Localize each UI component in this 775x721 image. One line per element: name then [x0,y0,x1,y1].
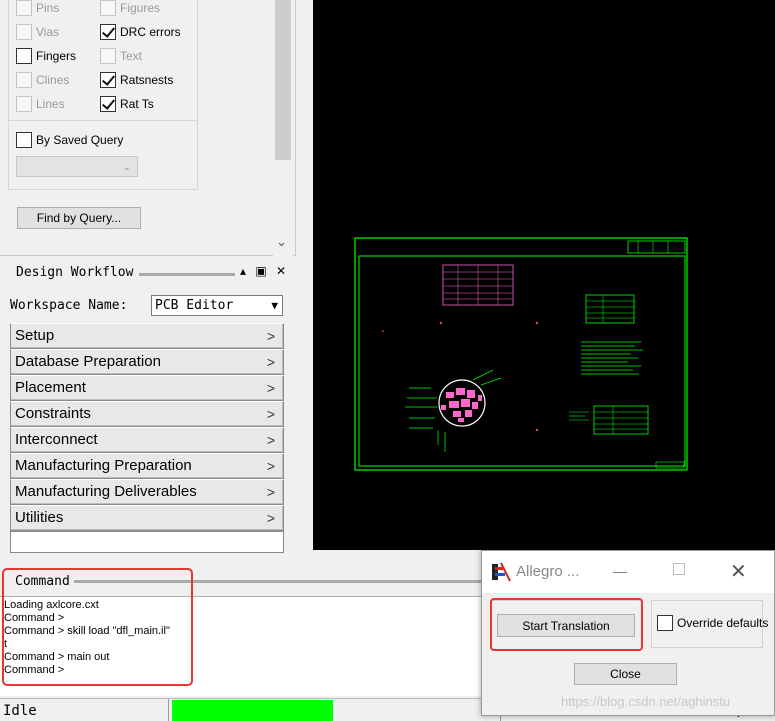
chevron-right-icon: > [266,484,275,500]
workflow-item-manufacturing-deliverables[interactable]: Manufacturing Deliverables > [10,479,284,505]
watermark-text: https://blog.csdn.net/aghinstu [561,694,731,709]
green-table-bottom [593,405,649,435]
workflow-item-utilities[interactable]: Utilities > [10,505,284,531]
board-inner-frame [358,255,686,467]
workflow-list: Setup > Database Preparation > Placement > … [10,323,284,531]
board-outer-frame [354,237,688,471]
chevron-down-icon: ⌄ [122,162,131,173]
workflow-item-label: Placement [15,379,86,396]
find-panel-scrollbar[interactable]: ⌄ [273,0,293,256]
component-pads [441,388,482,422]
allegro-app-icon [490,561,512,583]
workflow-item-label: Database Preparation [15,353,161,370]
filter-fingers[interactable]: Fingers [16,48,76,64]
workflow-item-label: Utilities [15,509,64,526]
filter-lines[interactable]: Lines [16,96,65,112]
filter-rat-ts-label: Rat Ts [120,97,154,111]
saved-query-select[interactable]: ⌄ [16,156,138,177]
chevron-right-icon: > [266,510,275,526]
status-state: Idle [3,703,37,719]
minimize-icon[interactable]: — [613,563,627,579]
filter-rat-ts[interactable]: Rat Ts [100,96,154,112]
checkbox-clines[interactable] [16,72,32,88]
checkbox-text[interactable] [100,48,116,64]
filter-drc-errors-label: DRC errors [120,25,181,39]
checkbox-vias[interactable] [16,24,32,40]
scrollbar-thumb[interactable] [275,0,291,160]
filter-text-label: Text [120,49,143,63]
filter-ratsnests[interactable]: Ratsnests [100,72,173,88]
workflow-item-database-preparation[interactable]: Database Preparation > [10,349,284,375]
override-defaults-label: Override defaults [677,616,769,630]
checkbox-pins[interactable] [16,0,32,16]
checkbox-ratsnests[interactable] [100,72,116,88]
filter-by-saved-query[interactable]: By Saved Query [16,132,123,148]
filter-pins[interactable]: Pins [16,0,59,16]
title-block-bottom [655,461,685,469]
checkbox-figures[interactable] [100,0,116,16]
checkbox-drc-errors[interactable] [100,24,116,40]
chevron-down-icon[interactable]: ⌄ [276,234,287,250]
notes-text-lines [581,341,643,375]
filter-pins-label: Pins [36,1,60,15]
green-table-top [585,294,635,324]
dropdown-arrow-icon: ▼ [271,299,278,312]
chevron-right-icon: > [266,406,275,422]
workflow-item-interconnect[interactable]: Interconnect > [10,427,284,453]
find-filter-panel: Pins Figures Vias DRC errors Fingers Tex… [0,0,296,256]
close-button[interactable]: Close [574,663,677,685]
status-divider [168,699,169,721]
chevron-right-icon: > [266,354,275,370]
filter-clines[interactable]: Clines [16,72,69,88]
checkbox-override-defaults[interactable] [657,615,673,631]
title-block-top [627,240,686,254]
workflow-item-label: Manufacturing Preparation [15,457,192,474]
filter-figures-label: Figures [120,1,161,15]
maximize-icon[interactable] [673,563,685,575]
workflow-item-label: Setup [15,327,55,344]
command-highlight-box [2,568,193,686]
chevron-right-icon: > [266,328,275,344]
start-translation-highlight-box [490,598,643,651]
workflow-item-manufacturing-preparation[interactable]: Manufacturing Preparation > [10,453,284,479]
filter-fingers-label: Fingers [36,49,77,63]
checkbox-rat-ts[interactable] [100,96,116,112]
pcb-canvas[interactable] [313,0,775,550]
by-saved-query-label: By Saved Query [36,133,124,147]
filter-clines-label: Clines [36,73,70,87]
dialog-title: Allegro ... [516,563,580,580]
filter-lines-label: Lines [36,97,65,111]
workflow-window-controls[interactable]: ▴ ▣ ✕ [240,264,289,278]
workspace-select[interactable]: PCB Editor ▼ [151,295,283,316]
chevron-right-icon: > [266,432,275,448]
checkbox-lines[interactable] [16,96,32,112]
workflow-blank-field [10,531,284,553]
divider [8,120,198,121]
filter-vias[interactable]: Vias [16,24,59,40]
chevron-right-icon: > [266,380,275,396]
design-workflow-title: Design Workflow [16,265,134,280]
chevron-right-icon: > [266,458,275,474]
checkbox-by-saved-query[interactable] [16,132,32,148]
board-drawing [354,237,688,471]
filter-figures[interactable]: Figures [100,0,160,16]
override-defaults-option[interactable]: Override defaults [657,615,768,631]
close-icon[interactable]: ✕ [730,559,747,584]
workspace-name-label: Workspace Name: [10,298,128,313]
filter-vias-label: Vias [36,25,60,39]
checkbox-fingers[interactable] [16,48,32,64]
workflow-item-label: Constraints [15,405,91,422]
workspace-select-value: PCB Editor [155,298,234,313]
filter-text[interactable]: Text [100,48,142,64]
workflow-item-label: Manufacturing Deliverables [15,483,197,500]
title-grip [139,273,235,276]
workflow-item-constraints[interactable]: Constraints > [10,401,284,427]
filter-drc-errors[interactable]: DRC errors [100,24,181,40]
status-progress-indicator [172,700,333,721]
find-by-query-button[interactable]: Find by Query... [17,207,141,229]
filter-ratsnests-label: Ratsnests [120,73,174,87]
workflow-item-setup[interactable]: Setup > [10,323,284,349]
workflow-item-placement[interactable]: Placement > [10,375,284,401]
workflow-item-label: Interconnect [15,431,98,448]
